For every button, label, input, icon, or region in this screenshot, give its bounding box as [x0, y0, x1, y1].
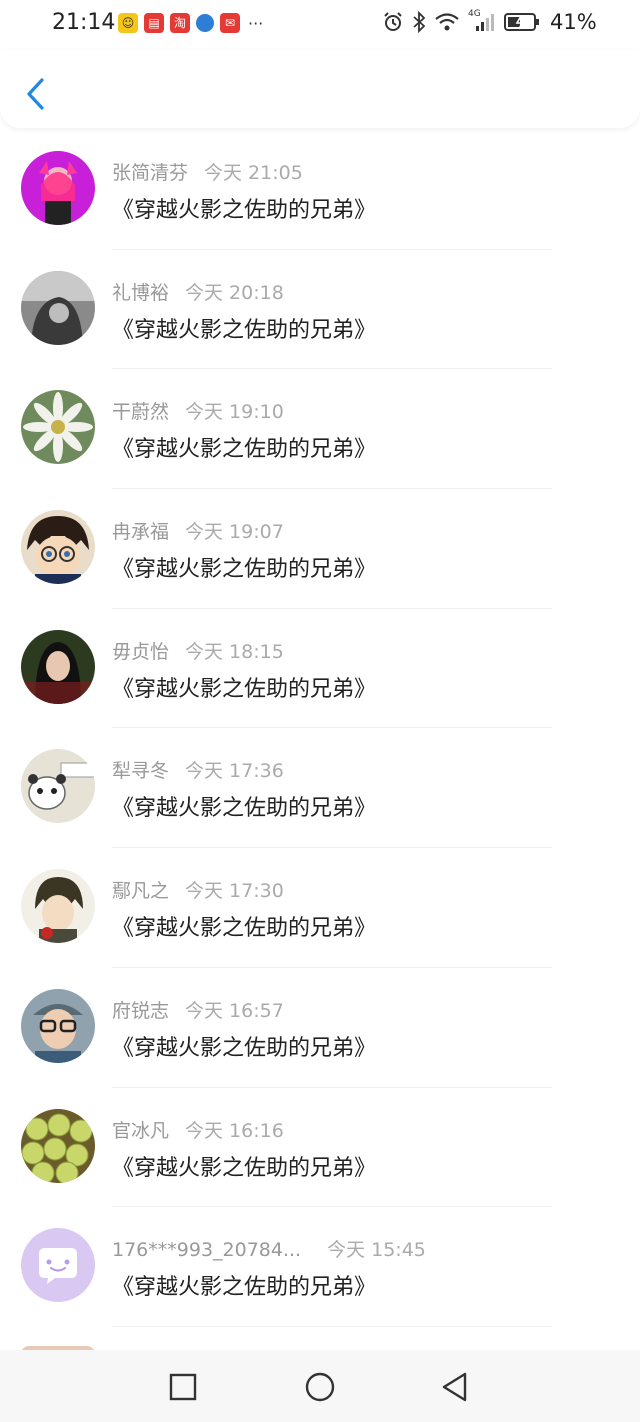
avatar[interactable]	[21, 1108, 95, 1183]
status-time: 21:14	[52, 10, 116, 35]
list-item[interactable]: 毋贞怡 今天 18:15 《穿越火影之佐助的兄弟》	[0, 609, 640, 729]
message-text: 《穿越火影之佐助的兄弟》	[112, 198, 377, 223]
message-time: 今天 16:16	[185, 1119, 284, 1142]
back-navigation-icon[interactable]	[438, 1370, 472, 1404]
message-time: 今天 17:36	[185, 760, 284, 783]
battery-icon	[504, 13, 539, 31]
message-time: 今天 16:57	[185, 999, 284, 1022]
battery-percentage: 41%	[550, 10, 597, 34]
sender-name: 176***993_20784...	[112, 1239, 302, 1262]
divider	[112, 1325, 552, 1327]
list-item[interactable]: 176***993_20784... 今天 15:45 《穿越火影之佐助的兄弟》	[0, 1207, 640, 1327]
list-item[interactable]: 礼博裕 今天 20:18 《穿越火影之佐助的兄弟》	[0, 250, 640, 370]
more-notifications-icon: ···	[248, 13, 264, 33]
list-item[interactable]: 官冰凡 今天 16:16 《穿越火影之佐助的兄弟》	[0, 1088, 640, 1208]
message-time: 今天 15:45	[327, 1239, 426, 1262]
back-button[interactable]	[22, 76, 52, 112]
home-icon[interactable]	[303, 1370, 337, 1404]
message-text: 《穿越火影之佐助的兄弟》	[112, 796, 377, 822]
browser-app-icon	[196, 14, 214, 32]
avatar[interactable]	[21, 629, 95, 704]
list-item[interactable]: 干蔚然 今天 19:10 《穿越火影之佐助的兄弟》	[0, 369, 640, 490]
system-icons: 4G	[382, 9, 540, 33]
list-item[interactable]: 冉承福 今天 19:07 《穿越火影之佐助的兄弟》	[0, 489, 640, 609]
message-text: 《穿越火影之佐助的兄弟》	[112, 676, 377, 702]
message-time: 今天 18:15	[185, 640, 284, 663]
recent-apps-icon[interactable]	[166, 1370, 200, 1404]
sender-name: 干蔚然	[112, 401, 170, 424]
list-item[interactable]: 鄢凡之 今天 17:30 《穿越火影之佐助的兄弟》	[0, 848, 640, 968]
app-notification-icon: ☺	[118, 13, 138, 33]
message-text: 《穿越火影之佐助的兄弟》	[112, 317, 377, 343]
message-text: 《穿越火影之佐助的兄弟》	[112, 1275, 377, 1301]
avatar[interactable]	[21, 390, 95, 465]
message-time: 今天 21:05	[204, 162, 303, 184]
list-item[interactable]: 府锐志 今天 16:57 《穿越火影之佐助的兄弟》	[0, 968, 640, 1088]
message-text: 《穿越火影之佐助的兄弟》	[112, 916, 377, 942]
notification-icons: ☺ ▤ 淘 ✉ ···	[118, 13, 263, 33]
wifi-icon	[435, 13, 459, 31]
avatar[interactable]	[21, 510, 95, 585]
message-text: 《穿越火影之佐助的兄弟》	[112, 1035, 377, 1061]
message-text: 《穿越火影之佐助的兄弟》	[112, 1155, 377, 1181]
taobao-app-icon: 淘	[170, 13, 190, 33]
sender-name: 府锐志	[112, 999, 170, 1022]
sender-name: 张简清芬	[112, 162, 189, 184]
top-header	[0, 50, 640, 128]
list-item[interactable]: 犁寻冬 今天 17:36 《穿越火影之佐助的兄弟》	[0, 728, 640, 849]
avatar[interactable]	[21, 151, 95, 225]
avatar[interactable]	[21, 270, 95, 345]
status-bar: 21:14 ☺ ▤ 淘 ✉ ··· 4G 41%	[0, 0, 640, 50]
sender-name: 鄢凡之	[112, 880, 170, 903]
message-time: 今天 19:10	[185, 401, 284, 424]
sender-name: 毋贞怡	[112, 640, 170, 663]
news-app-icon: ✉	[220, 13, 240, 33]
system-navigation-bar	[0, 1350, 640, 1422]
sender-name: 犁寻冬	[112, 760, 170, 783]
reader-app-icon: ▤	[144, 13, 164, 33]
cellular-signal-icon: 4G	[468, 9, 496, 33]
message-text: 《穿越火影之佐助的兄弟》	[112, 437, 377, 463]
message-time: 今天 17:30	[185, 880, 284, 903]
message-time: 今天 20:18	[185, 281, 284, 304]
message-list: 张简清芬 今天 21:05 《穿越火影之佐助的兄弟》 礼博裕 今天 20:18 《穿…	[0, 130, 640, 1327]
sender-name: 冉承福	[112, 521, 170, 544]
message-time: 今天 19:07	[185, 521, 284, 544]
default-avatar-icon[interactable]	[21, 1228, 95, 1303]
avatar[interactable]	[21, 749, 95, 824]
alarm-icon	[384, 12, 402, 31]
bluetooth-icon	[413, 11, 426, 33]
message-text: 《穿越火影之佐助的兄弟》	[112, 557, 377, 583]
sender-name: 礼博裕	[112, 281, 170, 304]
list-item[interactable]: 张简清芬 今天 21:05 《穿越火影之佐助的兄弟》	[0, 130, 640, 250]
avatar[interactable]	[21, 869, 95, 944]
sender-name: 官冰凡	[112, 1119, 170, 1142]
avatar[interactable]	[21, 988, 95, 1063]
